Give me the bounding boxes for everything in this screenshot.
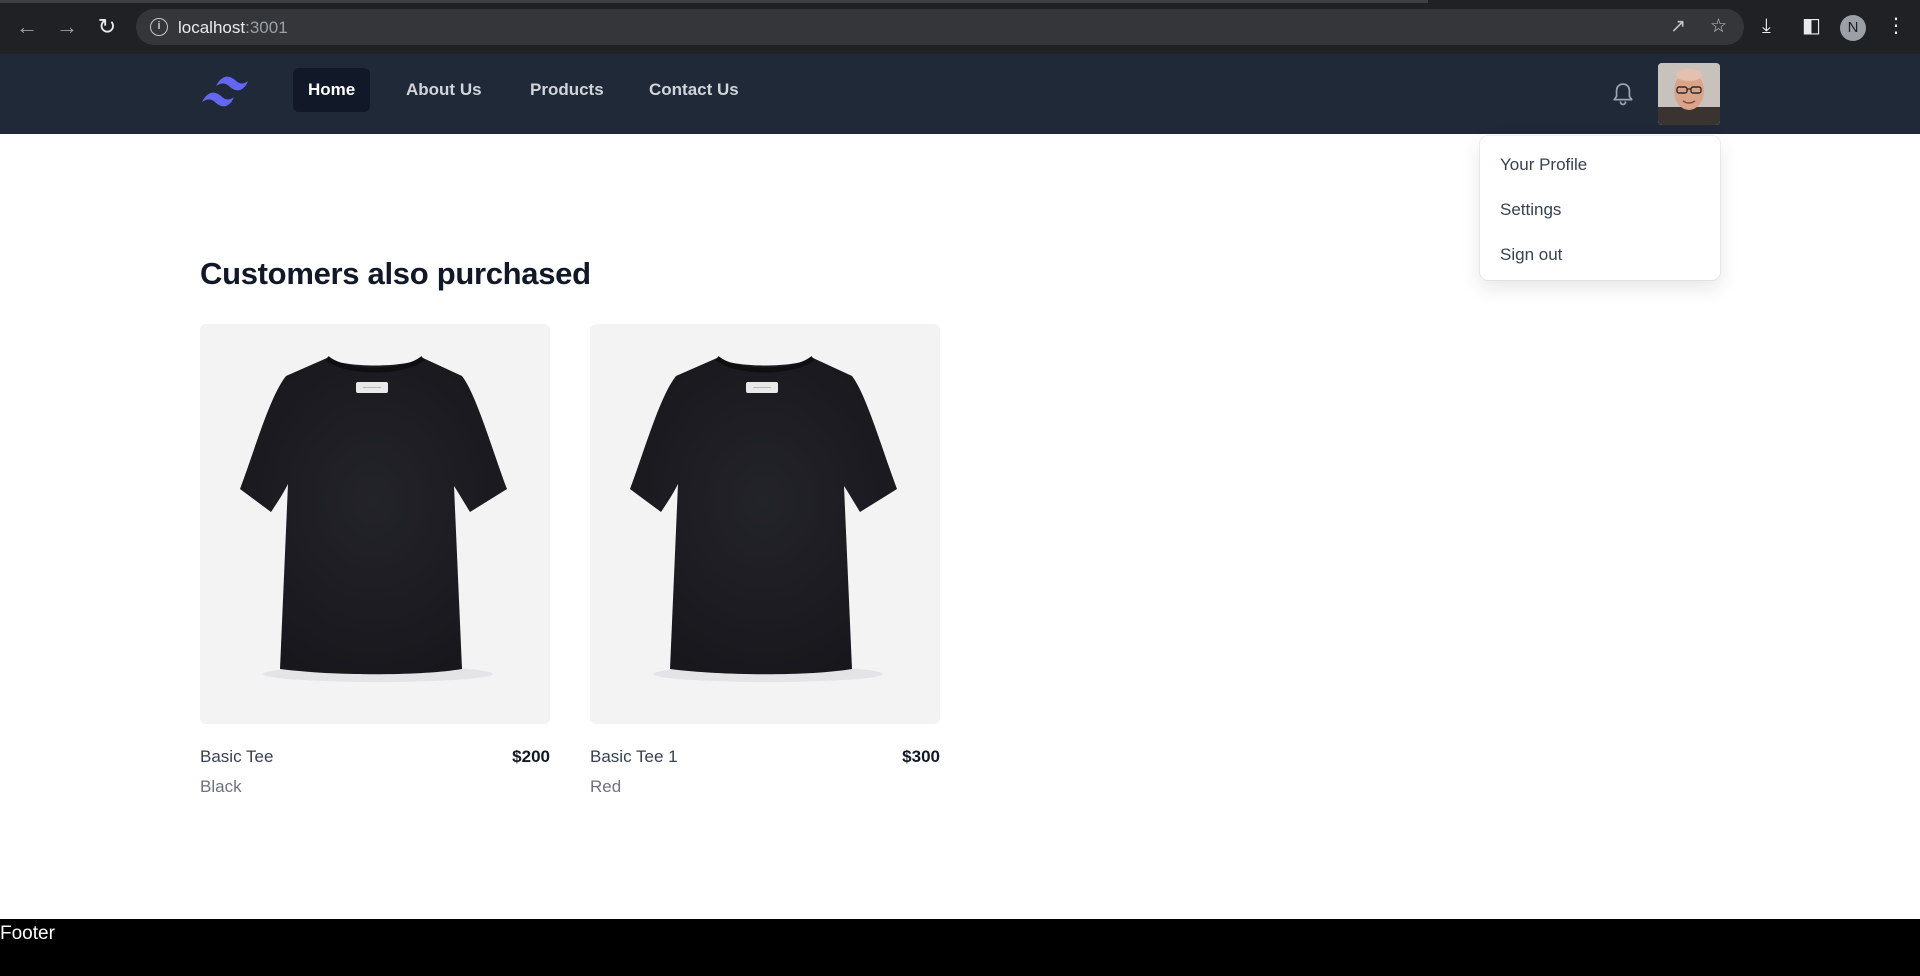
tshirt-image — [630, 355, 897, 682]
tshirt-image — [240, 355, 507, 682]
page-footer: Footer — [0, 919, 1920, 976]
info-icon[interactable]: i — [150, 18, 168, 36]
reload-icon[interactable]: ↻ — [93, 13, 121, 41]
bell-icon[interactable] — [1609, 80, 1637, 108]
nav-about-us[interactable]: About Us — [391, 68, 497, 112]
url-host: localhost — [178, 18, 246, 37]
app-navbar: Home About Us Products Contact Us — [0, 54, 1920, 134]
menu-item-settings[interactable]: Settings — [1480, 187, 1720, 232]
product-image[interactable] — [200, 324, 550, 724]
product-color: Black — [200, 777, 242, 796]
nav-home[interactable]: Home — [293, 68, 371, 112]
product-name[interactable]: Basic Tee — [200, 747, 273, 767]
browser-toolbar: ← → ↻ i localhost:3001 ↗ ☆ ⤓ ◧ N ⋮ — [0, 0, 1920, 54]
share-icon[interactable]: ↗ — [1670, 16, 1686, 38]
product-price: $300 — [902, 747, 940, 766]
user-photo — [1658, 63, 1720, 125]
product-image[interactable] — [590, 324, 940, 724]
user-menu-dropdown: Your Profile Settings Sign out — [1480, 136, 1720, 280]
tailwind-logo[interactable] — [200, 72, 262, 112]
user-avatar[interactable] — [1658, 63, 1720, 125]
menu-item-your-profile[interactable]: Your Profile — [1480, 142, 1720, 187]
section-heading: Customers also purchased — [200, 256, 591, 291]
sidepanel-icon[interactable]: ◧ — [1802, 14, 1821, 38]
product-price: $200 — [512, 747, 550, 766]
url-text[interactable]: localhost:3001 — [178, 18, 288, 38]
product-card[interactable]: Basic Tee 1 $300 Red — [590, 324, 940, 796]
nav-products[interactable]: Products — [515, 68, 619, 112]
star-icon[interactable]: ☆ — [1710, 16, 1727, 38]
address-bar[interactable]: i localhost:3001 ↗ ☆ — [136, 9, 1744, 45]
footer-text: Footer — [0, 923, 55, 944]
nav-contact-us[interactable]: Contact Us — [634, 68, 754, 112]
menu-item-sign-out[interactable]: Sign out — [1480, 232, 1720, 277]
more-vert-icon[interactable]: ⋮ — [1886, 14, 1906, 38]
tab-strip-edge — [0, 0, 1428, 3]
browser-profile-avatar[interactable]: N — [1840, 15, 1866, 41]
product-color: Red — [590, 777, 622, 796]
download-icon[interactable]: ⤓ — [1762, 14, 1771, 38]
back-arrow-icon[interactable]: ← — [13, 13, 41, 41]
url-port: :3001 — [245, 18, 288, 37]
forward-arrow-icon[interactable]: → — [53, 13, 81, 41]
product-card[interactable]: Basic Tee $200 Black — [200, 324, 550, 796]
product-name[interactable]: Basic Tee 1 — [590, 747, 678, 767]
